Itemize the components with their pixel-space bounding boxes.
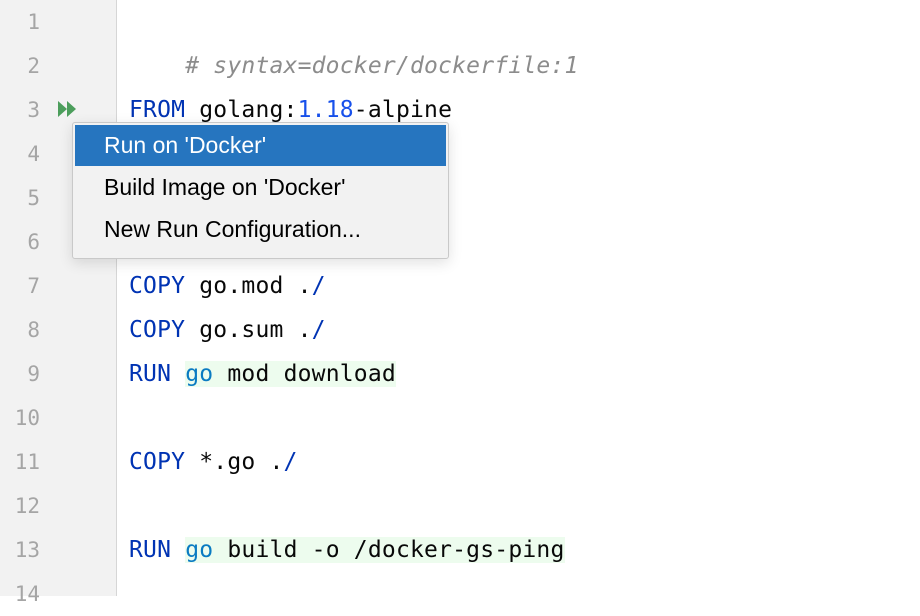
keyword: COPY — [129, 317, 186, 343]
shell-command: go — [185, 537, 214, 563]
comment: # syntax=docker/dockerfile:1 — [185, 53, 579, 79]
line-number: 11 — [14, 450, 40, 474]
code-line-9: RUN go mod download — [129, 352, 396, 396]
menu-item-build-image[interactable]: Build Image on 'Docker' — [75, 167, 446, 208]
text: go.sum . — [185, 317, 312, 343]
shell-args: mod download — [213, 361, 396, 387]
code-line-13: RUN go build -o /docker-gs-ping — [129, 528, 565, 572]
line-number: 9 — [27, 362, 40, 386]
path-slash: / — [311, 317, 326, 343]
run-context-menu: Run on 'Docker' Build Image on 'Docker' … — [72, 122, 449, 259]
line-number: 10 — [14, 406, 40, 430]
code-line-7: COPY go.mod ./ — [129, 264, 326, 308]
run-double-triangle-icon[interactable] — [58, 99, 80, 119]
text: -alpine — [353, 97, 453, 123]
keyword: FROM — [129, 97, 186, 123]
keyword: RUN — [129, 537, 172, 563]
line-number: 5 — [27, 186, 40, 210]
code-editor[interactable]: # syntax=docker/dockerfile:1 FROM golang… — [129, 0, 920, 596]
menu-item-new-run-config[interactable]: New Run Configuration... — [75, 209, 446, 250]
text: go.mod . — [185, 273, 312, 299]
keyword: COPY — [129, 273, 186, 299]
line-number: 13 — [14, 538, 40, 562]
line-number: 1 — [27, 10, 40, 34]
line-number: 4 — [27, 142, 40, 166]
keyword: COPY — [129, 449, 186, 475]
code-line-8: COPY go.sum ./ — [129, 308, 326, 352]
line-number: 6 — [27, 230, 40, 254]
text: golang: — [185, 97, 298, 123]
text: *.go . — [185, 449, 284, 475]
line-number: 3 — [27, 98, 40, 122]
line-number: 2 — [27, 54, 40, 78]
line-number: 8 — [27, 318, 40, 342]
menu-item-run-on-docker[interactable]: Run on 'Docker' — [75, 125, 446, 166]
keyword: RUN — [129, 361, 172, 387]
version-number: 1.18 — [297, 97, 354, 123]
path-slash: / — [311, 273, 326, 299]
editor-gutter: 1 2 3 4 5 6 7 8 9 10 11 12 13 14 — [0, 0, 117, 606]
line-number: 12 — [14, 494, 40, 518]
path-slash: / — [283, 449, 298, 475]
shell-args: build -o /docker-gs-ping — [213, 537, 565, 563]
line-number: 14 — [14, 582, 40, 606]
code-line-1: # syntax=docker/dockerfile:1 — [129, 0, 579, 79]
code-line-11: COPY *.go ./ — [129, 440, 298, 484]
line-number: 7 — [27, 274, 40, 298]
shell-command: go — [185, 361, 214, 387]
